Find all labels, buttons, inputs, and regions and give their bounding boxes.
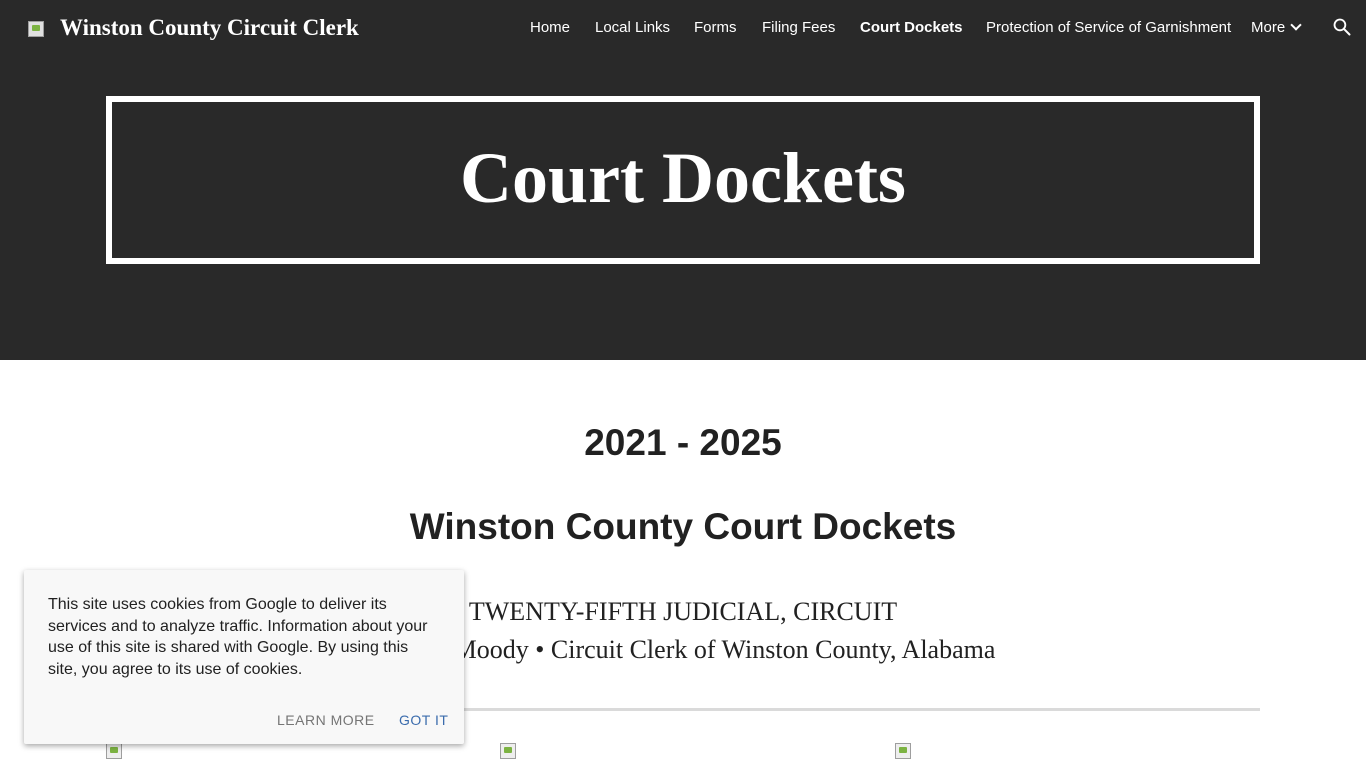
docket-image-1[interactable] bbox=[106, 743, 122, 759]
nav-more-label: More bbox=[1251, 19, 1286, 36]
nav-item-protection-of-service-of-garnishment[interactable]: Protection of Service of Garnishment bbox=[986, 18, 1231, 38]
nav-item-local-links[interactable]: Local Links bbox=[595, 18, 670, 38]
got-it-button[interactable]: GOT IT bbox=[399, 712, 448, 728]
cookie-consent-banner: This site uses cookies from Google to de… bbox=[24, 570, 464, 744]
site-header: Winston County Circuit Clerk Home Local … bbox=[0, 0, 1366, 360]
docket-image-3[interactable] bbox=[895, 743, 911, 759]
docket-image-2[interactable] bbox=[500, 743, 516, 759]
top-navigation-bar: Winston County Circuit Clerk Home Local … bbox=[0, 0, 1366, 56]
nav-item-court-dockets[interactable]: Court Dockets bbox=[860, 18, 963, 38]
hero-title-frame: Court Dockets bbox=[106, 96, 1260, 264]
main-navigation: Home Local Links Forms Filing Fees Court… bbox=[0, 0, 1366, 56]
search-icon[interactable] bbox=[1332, 17, 1352, 37]
nav-item-forms[interactable]: Forms bbox=[694, 18, 737, 38]
page-title: Court Dockets bbox=[460, 138, 906, 218]
cookie-notice-text: This site uses cookies from Google to de… bbox=[48, 596, 428, 678]
years-heading: 2021 - 2025 bbox=[584, 422, 782, 463]
nav-item-more[interactable]: More bbox=[1251, 18, 1302, 38]
nav-item-filing-fees[interactable]: Filing Fees bbox=[762, 18, 835, 38]
learn-more-button[interactable]: LEARN MORE bbox=[277, 712, 375, 728]
court-dockets-heading: Winston County Court Dockets bbox=[409, 506, 957, 547]
nav-item-home[interactable]: Home bbox=[530, 18, 570, 38]
chevron-down-icon bbox=[1290, 19, 1302, 31]
